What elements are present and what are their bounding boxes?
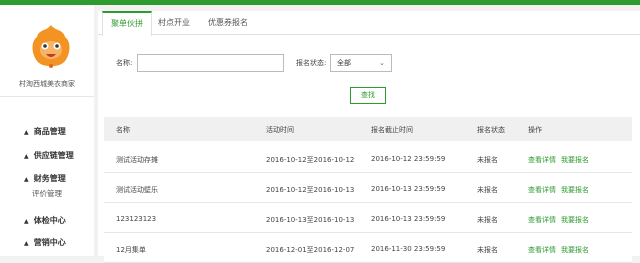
sign-up-link[interactable]: 我要报名 <box>561 155 589 165</box>
row-status: 未报名 <box>477 156 498 164</box>
sidebar-item-health-check[interactable]: ▲ 体检中心 <box>24 215 66 226</box>
view-details-link[interactable]: 查看详情 <box>528 185 556 195</box>
view-details-link[interactable]: 查看详情 <box>528 215 556 225</box>
row-time: 2016-10-13至2016-10-13 <box>266 216 355 224</box>
row-time: 2016-12-01至2016-12-07 <box>266 246 355 254</box>
row-deadline: 2016-10-13 23:59:59 <box>371 185 446 193</box>
view-details-link[interactable]: 查看详情 <box>528 155 556 165</box>
row-time: 2016-10-12至2016-10-13 <box>266 186 355 194</box>
chevron-down-icon: ⌄ <box>379 59 385 67</box>
status-select[interactable]: 全部 ⌄ <box>330 54 392 72</box>
search-button[interactable]: 查找 <box>350 87 386 104</box>
column-header-name: 名称 <box>116 126 130 134</box>
table-row: 123123123 2016-10-13至2016-10-13 2016-10-… <box>104 203 632 233</box>
caret-up-icon: ▲ <box>24 176 29 183</box>
sign-up-link[interactable]: 我要报名 <box>561 245 589 255</box>
sidebar-item-product-management[interactable]: ▲ 商品管理 <box>24 126 66 137</box>
row-name: 测试活动壁乐 <box>116 186 158 194</box>
sidebar-item-label: 体检中心 <box>33 216 66 225</box>
sidebar-divider <box>0 96 94 97</box>
caret-up-icon: ▲ <box>24 218 29 225</box>
sidebar-item-label: 营销中心 <box>33 238 66 247</box>
sidebar-item-marketing[interactable]: ▲ 营销中心 <box>24 237 66 248</box>
caret-up-icon: ▲ <box>24 240 29 247</box>
row-deadline: 2016-11-30 23:59:59 <box>371 245 446 253</box>
row-status: 未报名 <box>477 216 498 224</box>
row-time: 2016-10-12至2016-10-12 <box>266 156 355 164</box>
status-label: 报名状态: <box>296 59 327 67</box>
row-status: 未报名 <box>477 186 498 194</box>
sidebar-item-finance[interactable]: ▲ 财务管理 <box>24 173 66 184</box>
row-deadline: 2016-10-12 23:59:59 <box>371 155 446 163</box>
row-deadline: 2016-10-13 23:59:59 <box>371 215 446 223</box>
row-name: 测试活动存摊 <box>116 156 158 164</box>
column-header-status: 报名状态 <box>477 126 505 134</box>
row-name: 12月集单 <box>116 246 146 254</box>
main-panel: 聚单伙拼 村点开业 优惠券报名 名称: 报名状态: 全部 ⌄ 查找 名称 活动时… <box>98 11 640 263</box>
caret-up-icon: ▲ <box>24 129 29 136</box>
sidebar-item-label: 供应链管理 <box>33 151 74 160</box>
caret-up-icon: ▲ <box>24 153 29 160</box>
table-row: 测试活动壁乐 2016-10-12至2016-10-13 2016-10-13 … <box>104 173 632 203</box>
tab-bar: 聚单伙拼 村点开业 优惠券报名 <box>98 11 640 36</box>
sidebar-item-label: 商品管理 <box>33 127 66 136</box>
sidebar-item-supply-chain[interactable]: ▲ 供应链管理 <box>24 150 74 161</box>
mascot-avatar-icon <box>32 25 70 68</box>
name-input[interactable] <box>137 54 284 72</box>
status-select-value: 全部 <box>337 59 351 67</box>
sign-up-link[interactable]: 我要报名 <box>561 215 589 225</box>
column-header-time: 活动时间 <box>266 126 294 134</box>
sidebar: 村淘西城美衣商家 ▲ 商品管理 ▲ 供应链管理 ▲ 财务管理 评价管理 ▲ 体检… <box>0 5 94 256</box>
tab-village-opening[interactable]: 村点开业 <box>154 11 194 35</box>
name-label: 名称: <box>116 59 133 67</box>
top-accent-bar <box>0 0 640 5</box>
table-header: 名称 活动时间 报名截止时间 报名状态 操作 <box>104 117 632 141</box>
table-row: 12月集单 2016-12-01至2016-12-07 2016-11-30 2… <box>104 233 632 263</box>
tab-group-buy[interactable]: 聚单伙拼 <box>102 11 152 36</box>
view-details-link[interactable]: 查看详情 <box>528 245 556 255</box>
sidebar-subitem-evaluation[interactable]: 评价管理 <box>32 188 62 199</box>
sign-up-link[interactable]: 我要报名 <box>561 185 589 195</box>
tab-coupon-signup[interactable]: 优惠券报名 <box>202 11 254 35</box>
row-status: 未报名 <box>477 246 498 254</box>
column-header-action: 操作 <box>528 126 542 134</box>
sidebar-item-label: 财务管理 <box>33 174 66 183</box>
row-name: 123123123 <box>116 215 157 223</box>
table-row: 测试活动存摊 2016-10-12至2016-10-12 2016-10-12 … <box>104 143 632 173</box>
shop-name: 村淘西城美衣商家 <box>19 80 75 88</box>
column-header-deadline: 报名截止时间 <box>371 126 413 134</box>
